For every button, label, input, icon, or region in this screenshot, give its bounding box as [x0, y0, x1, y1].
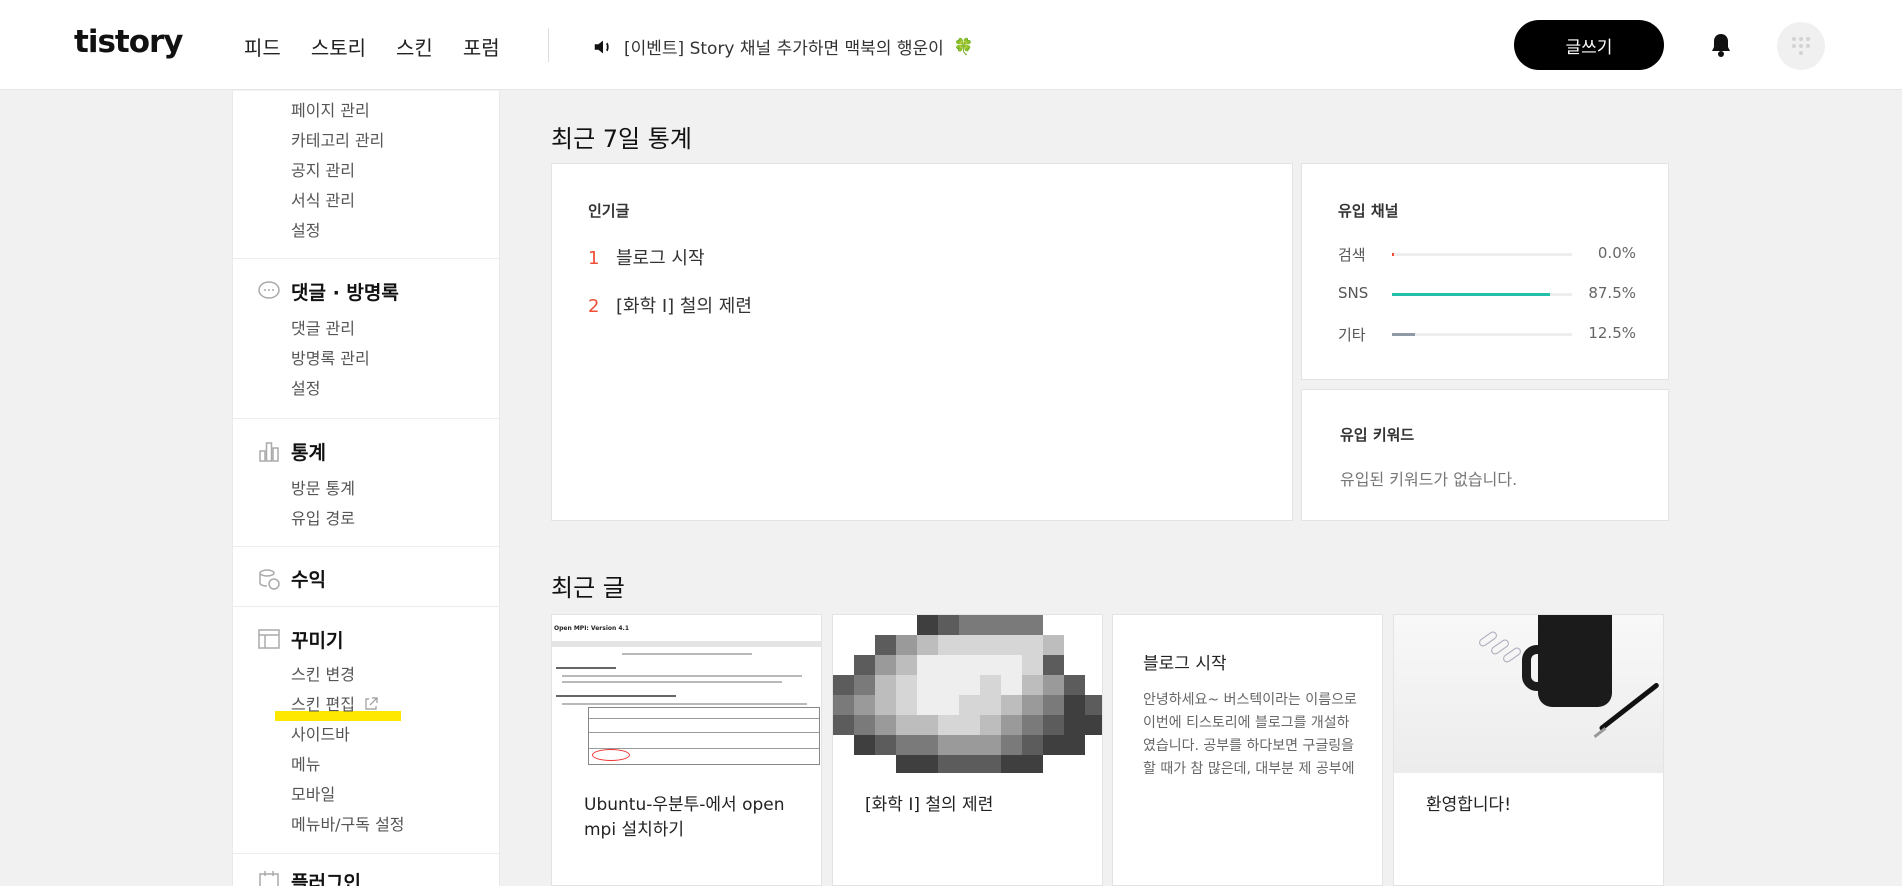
channel-bar-fill [1392, 253, 1394, 256]
channel-bar-fill [1392, 333, 1415, 336]
channel-percent: 87.5% [1588, 284, 1636, 302]
coin-stack-icon [259, 569, 280, 590]
sidebar-item-skin-edit-label: 스킨 편집 [291, 695, 355, 714]
sidebar-item-guestbook-manage[interactable]: 방명록 관리 [291, 345, 370, 369]
sidebar-section-decorate[interactable]: 꾸미기 [291, 626, 343, 653]
recent-posts-title: 최근 글 [551, 574, 625, 602]
channel-label: 기타 [1338, 326, 1366, 344]
post-title: Ubuntu-우분투-에서 open mpi 설치하기 [584, 795, 785, 840]
popular-post-item[interactable]: 1 블로그 시작 [588, 244, 705, 270]
inflow-channel-card: 유입 채널 검색 0.0% SNS 87.5% 기타 12.5% [1301, 163, 1669, 380]
post-card[interactable]: 환영합니다! [1393, 614, 1664, 886]
channel-bar-fill [1392, 293, 1550, 296]
event-notice[interactable]: [이벤트] Story 채널 추가하면 맥북의 행운이 🍀 [592, 34, 974, 59]
nav-divider [548, 28, 549, 62]
sidebar-divider [233, 606, 499, 607]
sidebar-item-referrer[interactable]: 유입 경로 [291, 505, 355, 529]
sidebar-item-skin-edit[interactable]: 스킨 편집 [291, 691, 378, 715]
post-thumbnail [833, 615, 1102, 773]
admin-sidebar: 페이지 관리 카테고리 관리 공지 관리 서식 관리 설정 댓글 · 방명록 댓… [232, 91, 500, 886]
nav-story[interactable]: 스토리 [311, 32, 366, 61]
post-card[interactable]: 블로그 시작 안녕하세요~ 버스텍이라는 이름으로 이번에 티스토리에 블로그를… [1112, 614, 1383, 886]
sidebar-item-sidebar[interactable]: 사이드바 [291, 721, 350, 745]
nav-skin[interactable]: 스킨 [396, 32, 433, 61]
sidebar-divider [233, 258, 499, 259]
nav-forum[interactable]: 포럼 [463, 32, 500, 61]
sidebar-section-plugins[interactable]: 플러그인 [291, 868, 361, 886]
sidebar-item-manage-settings[interactable]: 설정 [291, 217, 320, 241]
speaker-icon [594, 40, 609, 53]
stats7-title: 최근 7일 통계 [551, 125, 692, 153]
sidebar-item-comment-manage[interactable]: 댓글 관리 [291, 315, 355, 339]
channel-percent: 12.5% [1588, 324, 1636, 342]
sidebar-section-stats[interactable]: 통계 [291, 438, 326, 465]
plugin-icon [259, 871, 279, 886]
sidebar-item-mobile[interactable]: 모바일 [291, 781, 335, 805]
sidebar-item-visit-stats[interactable]: 방문 통계 [291, 475, 355, 499]
post-excerpt: 안녕하세요~ 버스텍이라는 이름으로 이번에 티스토리에 블로그를 개설하였습니… [1143, 692, 1357, 777]
post-thumbnail: Open MPI: Version 4.1 [552, 615, 821, 773]
page-scrollbar[interactable] [1893, 91, 1902, 886]
comment-icon [258, 281, 280, 299]
channel-bar-track [1392, 253, 1572, 256]
popular-posts-card: 인기글 1 블로그 시작 2 [화학 I] 철의 제련 [551, 163, 1293, 521]
post-card[interactable]: Open MPI: Version 4.1 Ubuntu-우분투-에서 open… [551, 614, 822, 886]
sidebar-divider [233, 853, 499, 854]
main-nav: 피드 스토리 스킨 포럼 [244, 32, 500, 61]
inflow-channel-title: 유입 채널 [1338, 202, 1399, 220]
write-button[interactable]: 글쓰기 [1514, 20, 1664, 70]
channel-bar-track [1392, 293, 1572, 296]
channel-label: SNS [1338, 284, 1369, 302]
popular-post-title: 블로그 시작 [616, 248, 705, 269]
sidebar-item-category-manage[interactable]: 카테고리 관리 [291, 127, 384, 151]
event-notice-text: [이벤트] Story 채널 추가하면 맥북의 행운이 [624, 39, 944, 59]
inflow-keyword-card: 유입 키워드 유입된 키워드가 없습니다. [1301, 389, 1669, 521]
popular-posts-title: 인기글 [588, 202, 630, 220]
layout-icon [258, 629, 280, 649]
bell-icon[interactable] [1709, 32, 1733, 58]
post-title: 블로그 시작 [1143, 654, 1227, 674]
clover-icon: 🍀 [953, 37, 974, 56]
sidebar-item-menubar-subscribe[interactable]: 메뉴바/구독 설정 [291, 811, 405, 835]
channel-bar-track [1392, 333, 1572, 336]
sidebar-divider [233, 546, 499, 547]
profile-avatar[interactable] [1777, 22, 1825, 70]
rank-number: 1 [588, 248, 600, 269]
rank-number: 2 [588, 296, 600, 317]
sidebar-divider [233, 418, 499, 419]
post-thumbnail [1394, 615, 1663, 773]
sidebar-item-comment-settings[interactable]: 설정 [291, 375, 320, 399]
sidebar-item-template-manage[interactable]: 서식 관리 [291, 187, 355, 211]
top-header: tistory 피드 스토리 스킨 포럼 [이벤트] Story 채널 추가하면… [0, 0, 1902, 90]
sidebar-section-revenue[interactable]: 수익 [291, 565, 326, 592]
popular-post-item[interactable]: 2 [화학 I] 철의 제련 [588, 292, 752, 318]
sidebar-item-notice-manage[interactable]: 공지 관리 [291, 157, 355, 181]
bar-chart-icon [259, 442, 279, 462]
sidebar-item-menu[interactable]: 메뉴 [291, 751, 320, 775]
channel-percent: 0.0% [1597, 244, 1636, 262]
sidebar-item-page-manage[interactable]: 페이지 관리 [291, 97, 370, 121]
channel-label: 검색 [1338, 246, 1366, 264]
post-card[interactable]: [화학 I] 철의 제련 [832, 614, 1103, 886]
thumbnail-doc-title: Open MPI: Version 4.1 [554, 625, 629, 632]
inflow-keyword-title: 유입 키워드 [1340, 426, 1415, 444]
sidebar-section-comments[interactable]: 댓글 · 방명록 [291, 278, 399, 305]
no-keyword-text: 유입된 키워드가 없습니다. [1340, 470, 1518, 489]
tistory-dots-icon [1792, 37, 1810, 55]
popular-post-title: [화학 I] 철의 제련 [616, 296, 752, 317]
tistory-logo[interactable]: tistory [74, 24, 184, 60]
external-link-icon [365, 697, 378, 710]
post-title: 환영합니다! [1426, 795, 1512, 815]
sidebar-item-skin-change[interactable]: 스킨 변경 [291, 661, 355, 685]
nav-feed[interactable]: 피드 [244, 32, 281, 61]
post-title: [화학 I] 철의 제련 [865, 795, 994, 815]
